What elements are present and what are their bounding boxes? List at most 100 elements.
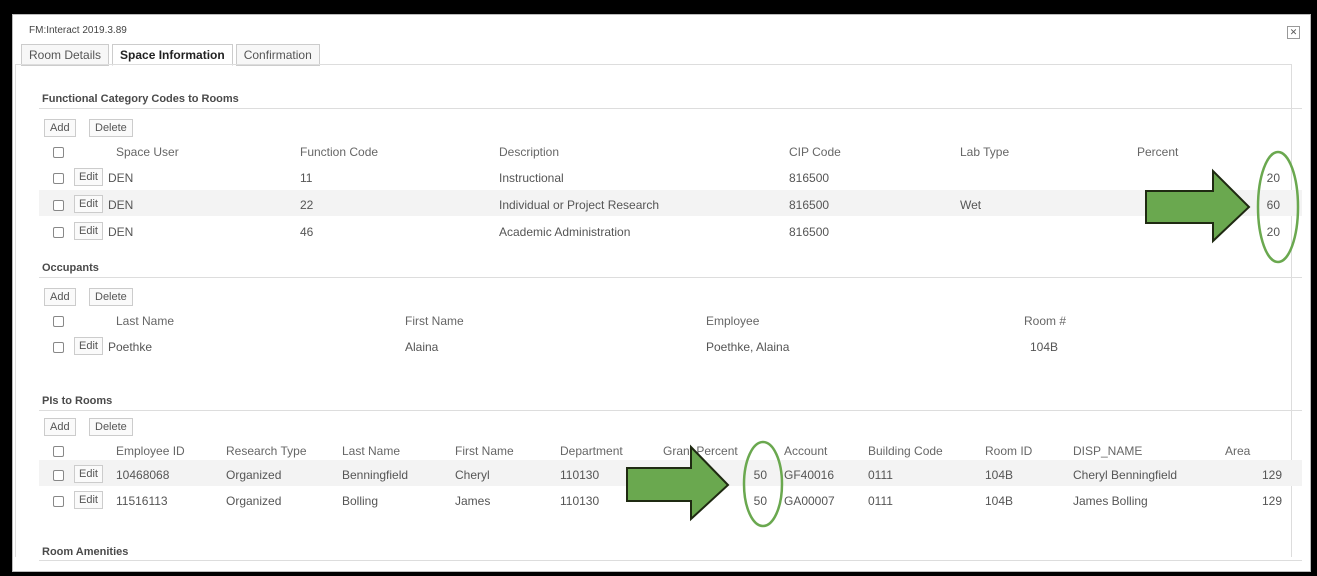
column-header: CIP Code <box>789 145 841 159</box>
pis-section-title: PIs to Rooms <box>42 395 113 407</box>
lab-type-cell: Wet <box>960 198 982 212</box>
section-divider <box>39 108 1302 109</box>
percent-cell: 60 <box>1266 198 1280 212</box>
table-row <box>39 190 1302 216</box>
department-cell: 110130 <box>560 468 600 482</box>
space-user-cell: DEN <box>108 198 134 212</box>
column-header: First Name <box>405 314 464 328</box>
column-header: Function Code <box>300 145 379 159</box>
column-header: First Name <box>455 444 514 458</box>
description-cell: Academic Administration <box>499 225 631 239</box>
room-id-cell: 104B <box>985 468 1014 482</box>
functional-section-title: Functional Category Codes to Rooms <box>42 93 239 105</box>
area-cell: 129 <box>1262 468 1283 482</box>
function-code-cell: 22 <box>300 198 314 212</box>
space-user-cell: DEN <box>108 171 134 185</box>
function-code-cell: 46 <box>300 225 314 239</box>
functional-add-button[interactable]: Add <box>44 119 76 137</box>
occupants-add-button[interactable]: Add <box>44 288 76 306</box>
section-divider <box>39 410 1302 411</box>
edit-button[interactable]: Edit <box>74 337 103 355</box>
tab-bar: Room Details Space Information Confirmat… <box>21 44 323 66</box>
edit-button[interactable]: Edit <box>74 465 103 483</box>
building-code-cell: 0111 <box>868 494 893 508</box>
amenities-section-title: Room Amenities <box>42 546 129 558</box>
grant-percent-cell: 50 <box>753 494 767 508</box>
disp-name-cell: Cheryl Benningfield <box>1073 468 1178 482</box>
description-cell: Instructional <box>499 171 564 185</box>
section-divider <box>39 560 1302 561</box>
window-title: FM:Interact 2019.3.89 <box>29 25 127 36</box>
edit-button[interactable]: Edit <box>74 195 103 213</box>
pis-select-all-checkbox[interactable] <box>53 446 64 457</box>
pis-delete-button[interactable]: Delete <box>89 418 133 436</box>
grant-percent-cell: 50 <box>753 468 767 482</box>
building-code-cell: 0111 <box>868 468 893 482</box>
last-name-cell: Poethke <box>108 340 153 354</box>
row-checkbox[interactable] <box>53 200 64 211</box>
edit-button[interactable]: Edit <box>74 222 103 240</box>
row-checkbox[interactable] <box>53 496 64 507</box>
cip-code-cell: 816500 <box>789 198 830 212</box>
cip-code-cell: 816500 <box>789 171 830 185</box>
tab-confirmation[interactable]: Confirmation <box>235 44 320 66</box>
column-header: Description <box>499 145 560 159</box>
last-name-cell: Benningfield <box>342 468 409 482</box>
tab-room-details[interactable]: Room Details <box>21 44 110 66</box>
space-user-cell: DEN <box>108 225 134 239</box>
row-checkbox[interactable] <box>53 342 64 353</box>
first-name-cell: James <box>455 494 491 508</box>
row-checkbox[interactable] <box>53 470 64 481</box>
column-header: Room ID <box>985 444 1033 458</box>
column-header: Room # <box>1024 314 1067 328</box>
column-header: Last Name <box>342 444 401 458</box>
employee-cell: Poethke, Alaina <box>706 340 790 354</box>
column-header: Employee <box>706 314 760 328</box>
column-header: Area <box>1225 444 1251 458</box>
functional-select-all-checkbox[interactable] <box>53 147 64 158</box>
column-header: Percent <box>1137 145 1179 159</box>
section-divider <box>39 277 1302 278</box>
title-bar: FM:Interact 2019.3.89 ✕ <box>13 15 1310 45</box>
last-name-cell: Bolling <box>342 494 379 508</box>
disp-name-cell: James Bolling <box>1073 494 1148 508</box>
column-header: DISP_NAME <box>1073 444 1143 458</box>
column-header: Employee ID <box>116 444 185 458</box>
column-header: Grant Percent <box>663 444 738 458</box>
percent-cell: 20 <box>1266 225 1280 239</box>
occupants-delete-button[interactable]: Delete <box>89 288 133 306</box>
column-header: Lab Type <box>960 145 1010 159</box>
row-checkbox[interactable] <box>53 173 64 184</box>
percent-cell: 20 <box>1266 171 1280 185</box>
employee-id-cell: 10468068 <box>116 468 170 482</box>
research-type-cell: Organized <box>226 468 282 482</box>
column-header: Account <box>784 444 828 458</box>
occupants-section-title: Occupants <box>42 262 99 274</box>
edit-button[interactable]: Edit <box>74 168 103 186</box>
account-cell: GA00007 <box>784 494 835 508</box>
column-header: Building Code <box>868 444 943 458</box>
occupants-select-all-checkbox[interactable] <box>53 316 64 327</box>
room-id-cell: 104B <box>985 494 1014 508</box>
first-name-cell: Alaina <box>405 340 439 354</box>
pis-add-button[interactable]: Add <box>44 418 76 436</box>
close-icon[interactable]: ✕ <box>1287 26 1300 39</box>
department-cell: 110130 <box>560 494 600 508</box>
description-cell: Individual or Project Research <box>499 198 660 212</box>
function-code-cell: 11 <box>300 171 313 185</box>
column-header: Research Type <box>226 444 307 458</box>
area-cell: 129 <box>1262 494 1283 508</box>
tab-space-information[interactable]: Space Information <box>112 44 233 66</box>
room-cell: 104B <box>1030 340 1059 354</box>
functional-delete-button[interactable]: Delete <box>89 119 133 137</box>
account-cell: GF40016 <box>784 468 835 482</box>
cip-code-cell: 816500 <box>789 225 830 239</box>
row-checkbox[interactable] <box>53 227 64 238</box>
column-header: Space User <box>116 145 179 159</box>
edit-button[interactable]: Edit <box>74 491 103 509</box>
column-header: Last Name <box>116 314 175 328</box>
research-type-cell: Organized <box>226 494 282 508</box>
column-header: Department <box>560 444 623 458</box>
employee-id-cell: 11516113 <box>116 494 168 508</box>
first-name-cell: Cheryl <box>455 468 490 482</box>
